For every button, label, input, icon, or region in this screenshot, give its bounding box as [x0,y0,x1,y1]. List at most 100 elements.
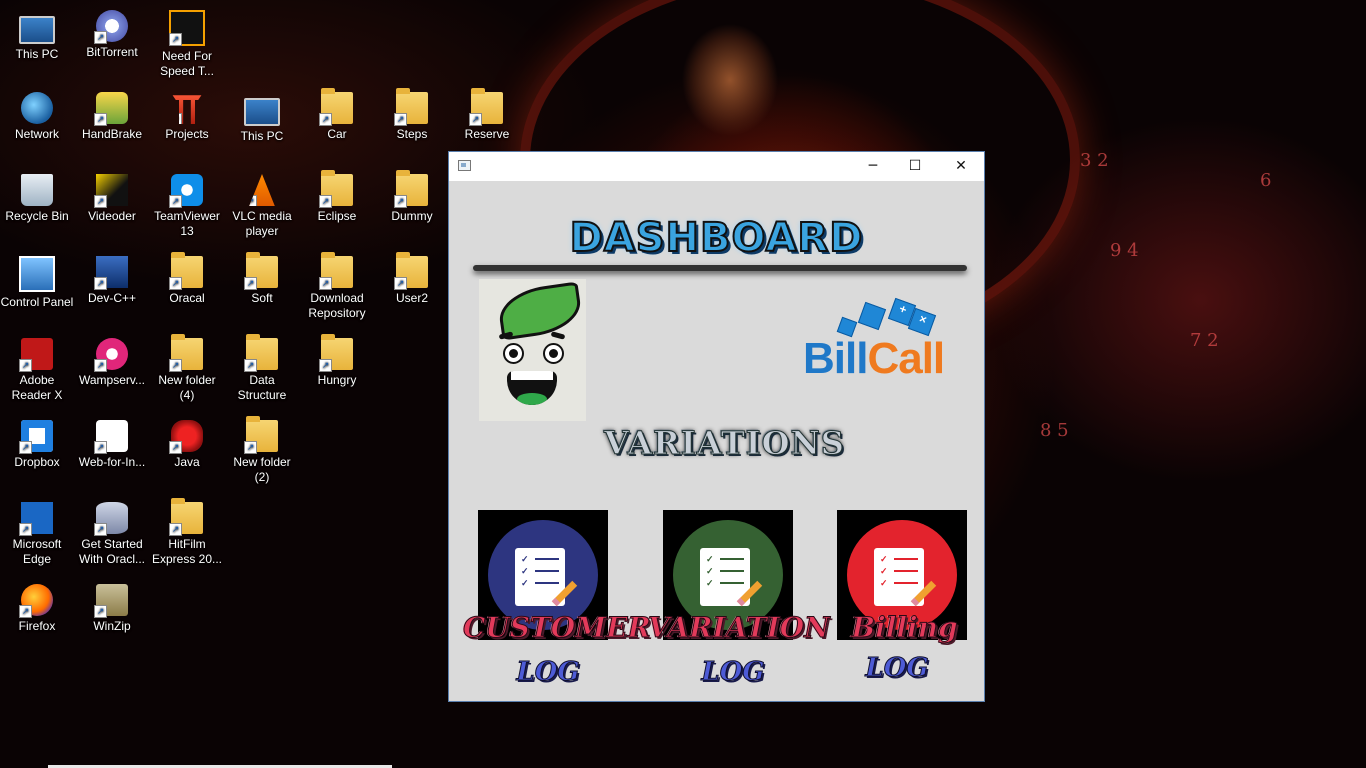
desktop-icon[interactable]: User2 [375,252,449,306]
desktop-icon[interactable]: Dropbox [0,420,74,470]
desktop-icon[interactable]: Car [300,88,374,142]
desktop-icon-label: Firefox [18,619,56,633]
wallpaper-digit: 6 [1260,170,1272,191]
dashboard-content: DASHBOARD + × BillCall VARIATIONS ✓ ✓ ✓ CUS… [449,181,984,701]
desktop-icon-label: Adobe Reader X [11,373,63,402]
devcpp-icon [94,256,128,290]
check-mark-icon: ✓ [706,566,714,576]
desktop-icon[interactable]: Java [150,420,224,470]
desktop-icon[interactable]: Need For Speed T... [150,10,224,79]
desktop-icon[interactable]: New folder (2) [225,416,299,485]
desktop-icon-label: Dev-C++ [87,291,137,305]
check-mark-icon: ✓ [706,554,714,564]
mouth [507,371,557,405]
desktop-icon[interactable]: This PC [225,92,299,144]
folder-icon [319,334,353,372]
wallpaper-digit: 3 2 [1080,150,1109,171]
desktop-icon[interactable]: Microsoft Edge [0,502,74,567]
monitor-icon [244,98,280,126]
web-icon [94,420,128,454]
desktop-icon[interactable]: Steps [375,88,449,142]
recycle-bin-icon [21,174,53,206]
desktop-icon[interactable]: New folder (4) [150,334,224,403]
desktop-icon[interactable]: WinZip [75,584,149,634]
desktop-icon-label: Dummy [391,209,433,223]
window-titlebar[interactable]: ─ ☐ ✕ [449,152,984,181]
desktop-icon[interactable]: Get Started With Oracl... [75,502,149,567]
desktop-icon[interactable]: Firefox [0,584,74,634]
desktop-icon-label: Microsoft Edge [12,537,62,566]
desktop-icon-label: Wampserv... [78,373,145,387]
desktop-icon[interactable]: Reserve [450,88,524,142]
folder-icon [394,252,428,290]
desktop-icon[interactable]: HitFilm Express 20... [150,498,224,567]
close-button[interactable]: ✕ [938,152,984,181]
maximize-button[interactable]: ☐ [892,152,938,181]
folder-icon [244,334,278,372]
checklist-line [535,582,559,584]
desktop-icon[interactable]: Oracal [150,252,224,306]
tile-subcaption[interactable]: LOG [498,657,598,688]
desktop-icon[interactable]: Dummy [375,170,449,224]
desktop-icon[interactable]: VLC media player [225,174,299,239]
wallpaper-digit: 9 4 [1110,240,1139,261]
folder-icon [319,252,353,290]
desktop-icon[interactable]: Download Repository [300,252,374,321]
control-panel-icon [19,256,55,292]
eye-left [503,343,524,364]
desktop-icon[interactable]: HandBrake [75,92,149,142]
cube-icon [857,301,887,331]
desktop-icon[interactable]: TeamViewer 13 [150,174,224,239]
game-icon [169,10,205,46]
desktop-icon-label: This PC [15,47,59,61]
desktop-icon-label: This PC [240,129,284,143]
desktop-icon-label: Recycle Bin [5,209,69,223]
check-mark-icon: ✓ [521,554,529,564]
check-mark-icon: ✓ [880,554,888,564]
tile-caption[interactable]: CUSTOMER [463,611,652,645]
tile-subcaption[interactable]: LOG [683,657,783,688]
variations-heading: VARIATIONS [604,424,845,463]
desktop-icon[interactable]: Videoder [75,174,149,224]
desktop-icon-label: Get Started With Oracl... [78,537,145,566]
desktop-icon[interactable]: This PC [0,10,74,62]
desktop-icon[interactable]: Hungry [300,334,374,388]
adobe-reader-icon [19,338,53,372]
desktop-icon-label: HandBrake [81,127,143,141]
desktop-icon-label: Videoder [88,209,136,223]
desktop-icon[interactable]: Recycle Bin [0,174,74,224]
winzip-icon [94,584,128,618]
folder-icon [244,416,278,454]
desktop-icon[interactable]: Data Structure [225,334,299,403]
database-icon [94,502,128,536]
desktop-icon-label: Java [174,455,200,469]
desktop-icon[interactable]: Web-for-In... [75,420,149,470]
monitor-icon [19,16,55,44]
desktop-icon-label: Car [327,127,347,141]
desktop-icon[interactable]: Wampserv... [75,338,149,388]
desktop-icon[interactable]: Control Panel [0,256,74,310]
desktop-icon[interactable]: Dev-C++ [75,256,149,306]
folder-icon [394,88,428,126]
gate-icon [172,95,202,124]
desktop-icon-label: Dropbox [14,455,60,469]
app-window-icon [458,160,471,171]
checklist-line [535,570,559,572]
desktop-icon[interactable]: Network [0,92,74,142]
folder-icon [319,170,353,208]
desktop-icon-label: Need For Speed T... [160,49,214,78]
desktop-icon[interactable]: Soft [225,252,299,306]
checklist-line [720,570,744,572]
minimize-button[interactable]: ─ [850,152,896,181]
tile-caption[interactable]: Billing [822,611,987,645]
desktop-icon[interactable]: Eclipse [300,170,374,224]
logo-bill-text: Bill [803,334,868,383]
desktop-icon-label: Soft [251,291,273,305]
wallpaper-figure [640,20,820,160]
desktop-icon[interactable]: BitTorrent [75,10,149,60]
desktop-icon-label: New folder (2) [233,455,291,484]
tile-subcaption[interactable]: LOG [847,653,947,684]
desktop-icon[interactable]: Projects [150,92,224,142]
tile-caption[interactable]: VARIATION [648,611,831,645]
desktop-icon[interactable]: Adobe Reader X [0,338,74,403]
